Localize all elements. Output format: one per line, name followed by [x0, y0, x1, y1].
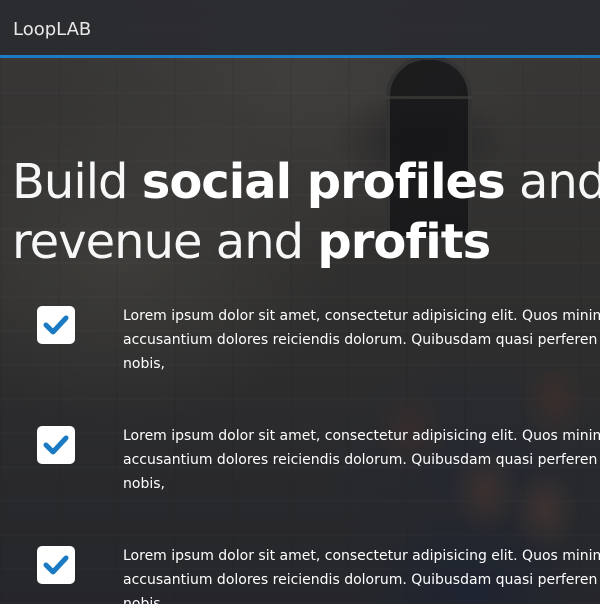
feature-text-3: Lorem ipsum dolor sit amet, consectetur … [123, 544, 600, 604]
feature-2-line-1: Lorem ipsum dolor sit amet, consectetur … [123, 428, 600, 444]
headline-text-2: social profiles [141, 154, 506, 210]
headline-text-3: and [504, 154, 600, 210]
checkbox-2[interactable] [37, 426, 75, 464]
checkbox-1[interactable] [37, 306, 75, 344]
feature-3-line-2: accusantium dolores reiciendis dolorum. … [123, 572, 598, 588]
headline-text-4: revenue and [12, 214, 318, 270]
feature-3-line-1: Lorem ipsum dolor sit amet, consectetur … [123, 548, 600, 564]
background-overlay [0, 0, 600, 604]
feature-1-line-3: nobis, [123, 356, 165, 372]
headline-text-5: profits [317, 214, 491, 270]
hero-headline: Build social profiles and revenue and pro… [12, 152, 600, 272]
checkmark-icon [43, 555, 69, 575]
feature-1-line-1: Lorem ipsum dolor sit amet, consectetur … [123, 308, 600, 324]
checkmark-icon [43, 435, 69, 455]
navbar: LoopLAB [0, 0, 600, 58]
feature-2-line-2: accusantium dolores reiciendis dolorum. … [123, 452, 598, 468]
checkbox-3[interactable] [37, 546, 75, 584]
feature-1-line-2: accusantium dolores reiciendis dolorum. … [123, 332, 598, 348]
checkmark-icon [43, 315, 69, 335]
headline-text-1: Build [12, 154, 142, 210]
brand-logo-link[interactable]: LoopLAB [13, 19, 91, 40]
feature-2-line-3: nobis, [123, 476, 165, 492]
feature-text-2: Lorem ipsum dolor sit amet, consectetur … [123, 424, 600, 496]
page: LoopLAB Build social profiles and revenue… [0, 0, 600, 604]
feature-3-line-3: nobis, [123, 596, 165, 604]
feature-text-1: Lorem ipsum dolor sit amet, consectetur … [123, 304, 600, 376]
